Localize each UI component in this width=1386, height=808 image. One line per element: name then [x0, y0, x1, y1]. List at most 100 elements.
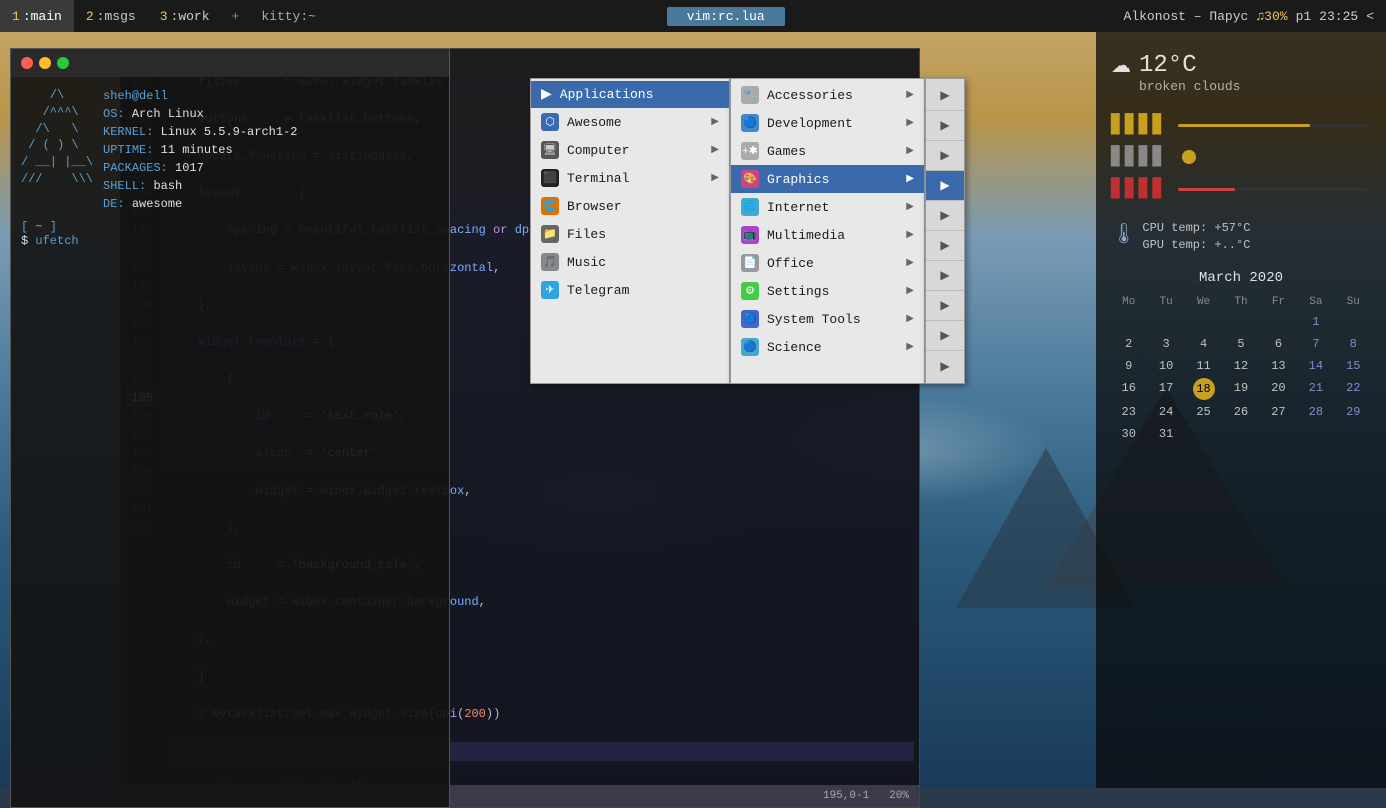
submenu-arrow-4[interactable]: ▶ — [926, 171, 964, 201]
maximize-button[interactable] — [57, 57, 69, 69]
submenu-arrow-6[interactable]: ▶ — [926, 231, 964, 261]
menu-internet[interactable]: 🌐 Internet ▶ — [731, 193, 924, 221]
tab-2-msgs[interactable]: 2:msgs — [74, 0, 148, 32]
minimize-button[interactable] — [39, 57, 51, 69]
submenu-arrow-5[interactable]: ▶ — [926, 201, 964, 231]
cursor-position: 195,0-1 — [823, 790, 869, 802]
menu-col-1: ▶ Applications ⬡ Awesome ▶ 🖥 Computer ▶ … — [530, 78, 730, 384]
office-label: Office — [767, 256, 814, 271]
submenu-arrow-10[interactable]: ▶ — [926, 351, 964, 381]
browser-icon: 🌐 — [541, 197, 559, 215]
tab-3-work[interactable]: 3:work — [148, 0, 222, 32]
games-icon: +✱ — [741, 142, 759, 160]
menu-office[interactable]: 📄 Office ▶ — [731, 249, 924, 277]
cal-26: 26 — [1223, 402, 1258, 422]
menu-science[interactable]: 🔵 Science ▶ — [731, 333, 924, 361]
cal-day-mo: Mo — [1111, 294, 1146, 310]
graphics-label: Graphics — [767, 172, 829, 187]
office-arrow: ▶ — [906, 257, 914, 269]
sysinfo: sheh@dell OS: Arch Linux KERNEL: Linux 5… — [103, 87, 297, 213]
submenu-arrow-2[interactable]: ▶ — [926, 111, 964, 141]
de-value: awesome — [132, 197, 182, 211]
tab-3-label: work — [178, 9, 209, 24]
menu-telegram[interactable]: ✈ Telegram — [531, 276, 729, 304]
accessories-icon: 🔧 — [741, 86, 759, 104]
menu-accessories[interactable]: 🔧 Accessories ▶ — [731, 81, 924, 109]
menu-files[interactable]: 📁 Files — [531, 220, 729, 248]
menu-computer[interactable]: 🖥 Computer ▶ — [531, 136, 729, 164]
tab-2-label: msgs — [104, 9, 135, 24]
shell-label: SHELL: — [103, 179, 146, 193]
menu-games[interactable]: +✱ Games ▶ — [731, 137, 924, 165]
cal-28: 28 — [1298, 402, 1333, 422]
cal-empty — [1298, 424, 1333, 444]
music-label: Music — [567, 255, 606, 270]
submenu-arrow-3[interactable]: ▶ — [926, 141, 964, 171]
menu-awesome[interactable]: ⬡ Awesome ▶ — [531, 108, 729, 136]
awesome-arrow: ▶ — [711, 116, 719, 128]
cal-3: 3 — [1148, 334, 1183, 354]
cal-empty — [1336, 424, 1371, 444]
cal-empty — [1336, 312, 1371, 332]
menu-browser[interactable]: 🌐 Browser — [531, 192, 729, 220]
submenu-arrow-1[interactable]: ▶ — [926, 81, 964, 111]
cal-empty — [1111, 312, 1146, 332]
temp-values: CPU temp: +57°C GPU temp: +..°C — [1142, 221, 1250, 252]
cal-22: 22 — [1336, 378, 1371, 400]
cal-2: 2 — [1111, 334, 1146, 354]
gpu-temp: GPU temp: +..°C — [1142, 238, 1250, 252]
hw-ram-2: ▋▋▋▋ — [1111, 176, 1371, 202]
cal-empty — [1148, 312, 1183, 332]
cal-day-th: Th — [1223, 294, 1258, 310]
prompt-command[interactable]: ufetch — [35, 234, 78, 248]
system-tools-arrow: ▶ — [906, 313, 914, 325]
weather-description: broken clouds — [1139, 79, 1240, 94]
cal-29: 29 — [1336, 402, 1371, 422]
app-name: Alkonost – Парус — [1124, 9, 1249, 24]
telegram-label: Telegram — [567, 283, 629, 298]
menu-music[interactable]: 🎵 Music — [531, 248, 729, 276]
menu-graphics[interactable]: 🎨 Graphics ▶ — [731, 165, 924, 193]
terminal-window: /\ /^^^\ /\ \ / ( ) \ / __| |__\ /// \\\… — [10, 48, 450, 808]
development-label: Development — [767, 116, 853, 131]
menu-development[interactable]: 🔵 Development ▶ — [731, 109, 924, 137]
cal-7: 7 — [1298, 334, 1333, 354]
cal-10: 10 — [1148, 356, 1183, 376]
packages-label: PACKAGES: — [103, 161, 168, 175]
new-tab-button[interactable]: + — [222, 0, 250, 32]
topbar-right: Alkonost – Парус ♫30% p1 23:25 < — [1124, 9, 1386, 24]
menu-terminal[interactable]: ⬛ Terminal ▶ — [531, 164, 729, 192]
cal-19: 19 — [1223, 378, 1258, 400]
cal-24: 24 — [1148, 402, 1183, 422]
menu-applications[interactable]: ▶ Applications — [531, 81, 729, 108]
telegram-icon: ✈ — [541, 281, 559, 299]
cal-25: 25 — [1186, 402, 1221, 422]
submenu-arrow-7[interactable]: ▶ — [926, 261, 964, 291]
cpu-temp: CPU temp: +57°C — [1142, 221, 1250, 235]
menu-settings[interactable]: ⚙ Settings ▶ — [731, 277, 924, 305]
menu-system-tools[interactable]: 🔵 System Tools ▶ — [731, 305, 924, 333]
cal-8: 8 — [1336, 334, 1371, 354]
weather-widget: ☁ 12°C broken clouds — [1111, 47, 1371, 99]
ram-icon-2: ▋▋▋▋ — [1111, 178, 1166, 200]
tab-1-label: main — [31, 9, 62, 24]
thermometer-icon: 🌡 — [1111, 221, 1136, 247]
close-button[interactable] — [21, 57, 33, 69]
cal-empty — [1261, 424, 1296, 444]
topbar-tabs: 1:main 2:msgs 3:work + kitty:~ — [0, 0, 328, 32]
tab-1-main[interactable]: 1:main — [0, 0, 74, 32]
cal-5: 5 — [1223, 334, 1258, 354]
hw-bar-fill-2 — [1178, 188, 1235, 191]
ascii-art: /\ /^^^\ /\ \ / ( ) \ / __| |__\ /// \\\ — [21, 87, 93, 213]
os-label: OS: — [103, 107, 125, 121]
cal-day-we: We — [1186, 294, 1221, 310]
menu-multimedia[interactable]: 📺 Multimedia ▶ — [731, 221, 924, 249]
office-icon: 📄 — [741, 254, 759, 272]
cal-empty — [1186, 424, 1221, 444]
submenu-arrow-9[interactable]: ▶ — [926, 321, 964, 351]
files-label: Files — [567, 227, 606, 242]
cal-4: 4 — [1186, 334, 1221, 354]
submenu-arrow-8[interactable]: ▶ — [926, 291, 964, 321]
uptime-label: UPTIME: — [103, 143, 153, 157]
hw-bar-1 — [1178, 124, 1367, 127]
